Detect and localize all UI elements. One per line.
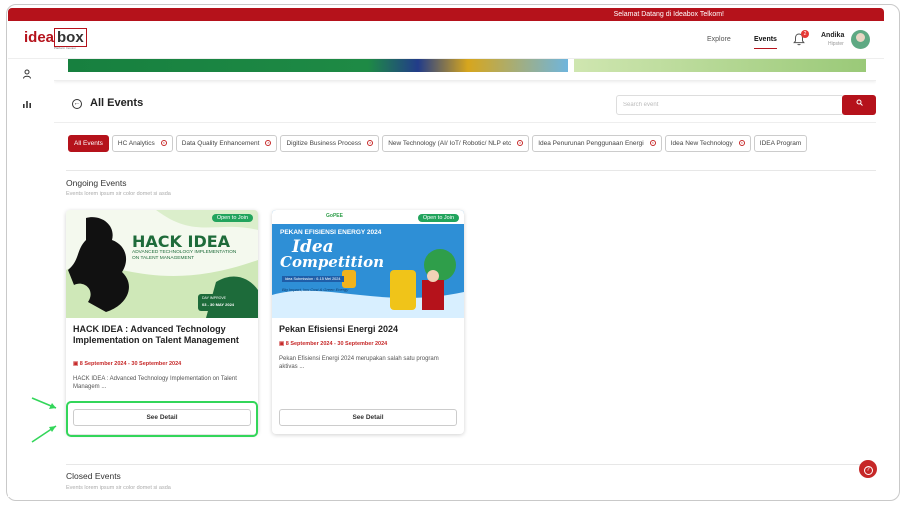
- filter-chip[interactable]: Data Quality Enhancement ×: [175, 135, 278, 152]
- hack-idea-headline: HACK IDEA: [132, 232, 231, 251]
- pointer-arrow-icon: [31, 397, 57, 443]
- event-card-description: Pekan Efisiensi Energi 2024 merupakan sa…: [279, 356, 439, 370]
- competition-script: Competition: [280, 253, 385, 271]
- help-icon: ?: [863, 466, 873, 475]
- pekan-tagline: Big Impact, low Cost & Green Energy: [282, 287, 349, 292]
- hack-idea-date: 03 - 30 MAY 2024: [202, 302, 235, 307]
- featured-banner[interactable]: [54, 59, 876, 81]
- filter-chip-label: IDEA Program: [759, 140, 802, 147]
- category-filter-list: All Events HC Analytics × Data Quality Enha…: [68, 135, 876, 153]
- hack-idea-date-label: DAY IMPROVE: [202, 296, 226, 300]
- event-card-image: GoPEE PEKAN EFISIENSI ENERGY 2024 Idea C…: [272, 210, 464, 318]
- remove-filter-icon[interactable]: ×: [649, 140, 656, 147]
- nav-events[interactable]: Events: [754, 36, 777, 49]
- nav-explore[interactable]: Explore: [707, 36, 731, 43]
- section-divider: [66, 464, 876, 465]
- event-card-date-text: 8 September 2024 - 30 September 2024: [79, 361, 182, 367]
- gopee-logo: GoPEE: [326, 213, 343, 219]
- event-card-title: HACK IDEA : Advanced Technology Implemen…: [73, 324, 239, 345]
- remove-filter-icon[interactable]: ×: [160, 140, 167, 147]
- filter-chip-label: Idea Penurunan Penggunaan Energi: [538, 140, 644, 147]
- page-title: All Events: [90, 97, 144, 109]
- ideabox-logo[interactable]: idea box Platform Inovasi: [24, 28, 87, 50]
- profile-icon[interactable]: [21, 69, 33, 81]
- filter-chip-all[interactable]: All Events: [68, 135, 109, 152]
- filter-chip[interactable]: Idea New Technology ×: [664, 135, 751, 152]
- logo-text-idea: idea: [24, 29, 55, 46]
- event-card-image: HACK IDEA ADVANCED TECHNOLOGY IMPLEMENTA…: [66, 210, 258, 318]
- filter-chip-label: HC Analytics: [117, 140, 155, 147]
- see-detail-button[interactable]: See Detail: [279, 409, 457, 426]
- ongoing-events-title: Ongoing Events: [66, 178, 127, 188]
- ongoing-events-subtitle: Events lorem ipsum sir color domet si as…: [66, 191, 171, 197]
- highlight-box: [66, 401, 258, 437]
- search-button[interactable]: [842, 95, 876, 115]
- logo-text-box: box: [54, 28, 87, 47]
- notification-count-badge: 2: [801, 30, 809, 38]
- user-avatar[interactable]: [851, 30, 870, 49]
- event-card-title: Pekan Efisiensi Energi 2024: [279, 324, 399, 334]
- logo-subtitle: Platform Inovasi: [54, 46, 76, 50]
- event-card-date-text: 8 September 2024 - 30 September 2024: [285, 341, 388, 347]
- hack-idea-subline-2: ON TALENT MANAGEMENT: [132, 256, 195, 261]
- remove-filter-icon[interactable]: ×: [265, 140, 272, 147]
- filter-chip-label: New Technology (AI/ IoT/ Robotic/ NLP et…: [388, 140, 512, 147]
- filter-chip-label: Idea New Technology: [670, 140, 733, 147]
- search-icon: [856, 99, 863, 106]
- welcome-bar: Selamat Datang di Ideabox Telkom!: [8, 8, 884, 21]
- banner-image-left: [68, 59, 568, 72]
- search-input[interactable]: [616, 95, 844, 115]
- closed-events-subtitle: Events lorem ipsum sir color domet si as…: [66, 485, 171, 491]
- bar-chart-icon[interactable]: [21, 99, 33, 111]
- section-divider: [66, 170, 876, 171]
- open-to-join-badge: Open to Join: [417, 214, 459, 222]
- filter-chip[interactable]: IDEA Program: [753, 135, 808, 152]
- filter-chip-label: Data Quality Enhancement: [181, 140, 260, 147]
- hack-idea-subline-1: ADVANCED TECHNOLOGY IMPLEMENTATION: [132, 250, 237, 255]
- filter-chip[interactable]: Digitize Business Process ×: [280, 135, 380, 152]
- open-to-join-badge: Open to Join: [211, 214, 253, 222]
- calendar-icon: ▣: [279, 341, 286, 347]
- filter-chip[interactable]: New Technology (AI/ IoT/ Robotic/ NLP et…: [382, 135, 530, 152]
- events-title-row: ← All Events: [54, 89, 876, 123]
- header: idea box Platform Inovasi Explore Events …: [8, 21, 884, 59]
- closed-events-title: Closed Events: [66, 471, 121, 481]
- user-name: Andika: [821, 32, 845, 39]
- filter-chip-label: Digitize Business Process: [286, 140, 362, 147]
- pekan-headline: PEKAN EFISIENSI ENERGY 2024: [280, 229, 382, 236]
- user-role: Hipster: [828, 41, 844, 47]
- event-card-date: ▣ 8 September 2024 - 30 September 2024: [279, 341, 387, 347]
- notification-bell-icon[interactable]: 2: [793, 30, 809, 47]
- calendar-icon: ▣: [73, 361, 80, 367]
- back-icon[interactable]: ←: [72, 99, 82, 109]
- filter-chip[interactable]: Idea Penurunan Penggunaan Energi ×: [532, 135, 662, 152]
- filter-chip[interactable]: HC Analytics ×: [111, 135, 173, 152]
- remove-filter-icon[interactable]: ×: [517, 140, 524, 147]
- help-button[interactable]: ?: [859, 460, 877, 478]
- banner-image-right: [574, 59, 866, 72]
- remove-filter-icon[interactable]: ×: [367, 140, 374, 147]
- remove-filter-icon[interactable]: ×: [738, 140, 745, 147]
- event-card[interactable]: GoPEE PEKAN EFISIENSI ENERGY 2024 Idea C…: [272, 210, 464, 434]
- idea-submission-date: Idea Submission : 6-15 Mei 2024: [282, 276, 344, 282]
- event-card-date: ▣ 8 September 2024 - 30 September 2024: [73, 361, 181, 367]
- event-card-description: HACK IDEA : Advanced Technology Implemen…: [73, 376, 237, 390]
